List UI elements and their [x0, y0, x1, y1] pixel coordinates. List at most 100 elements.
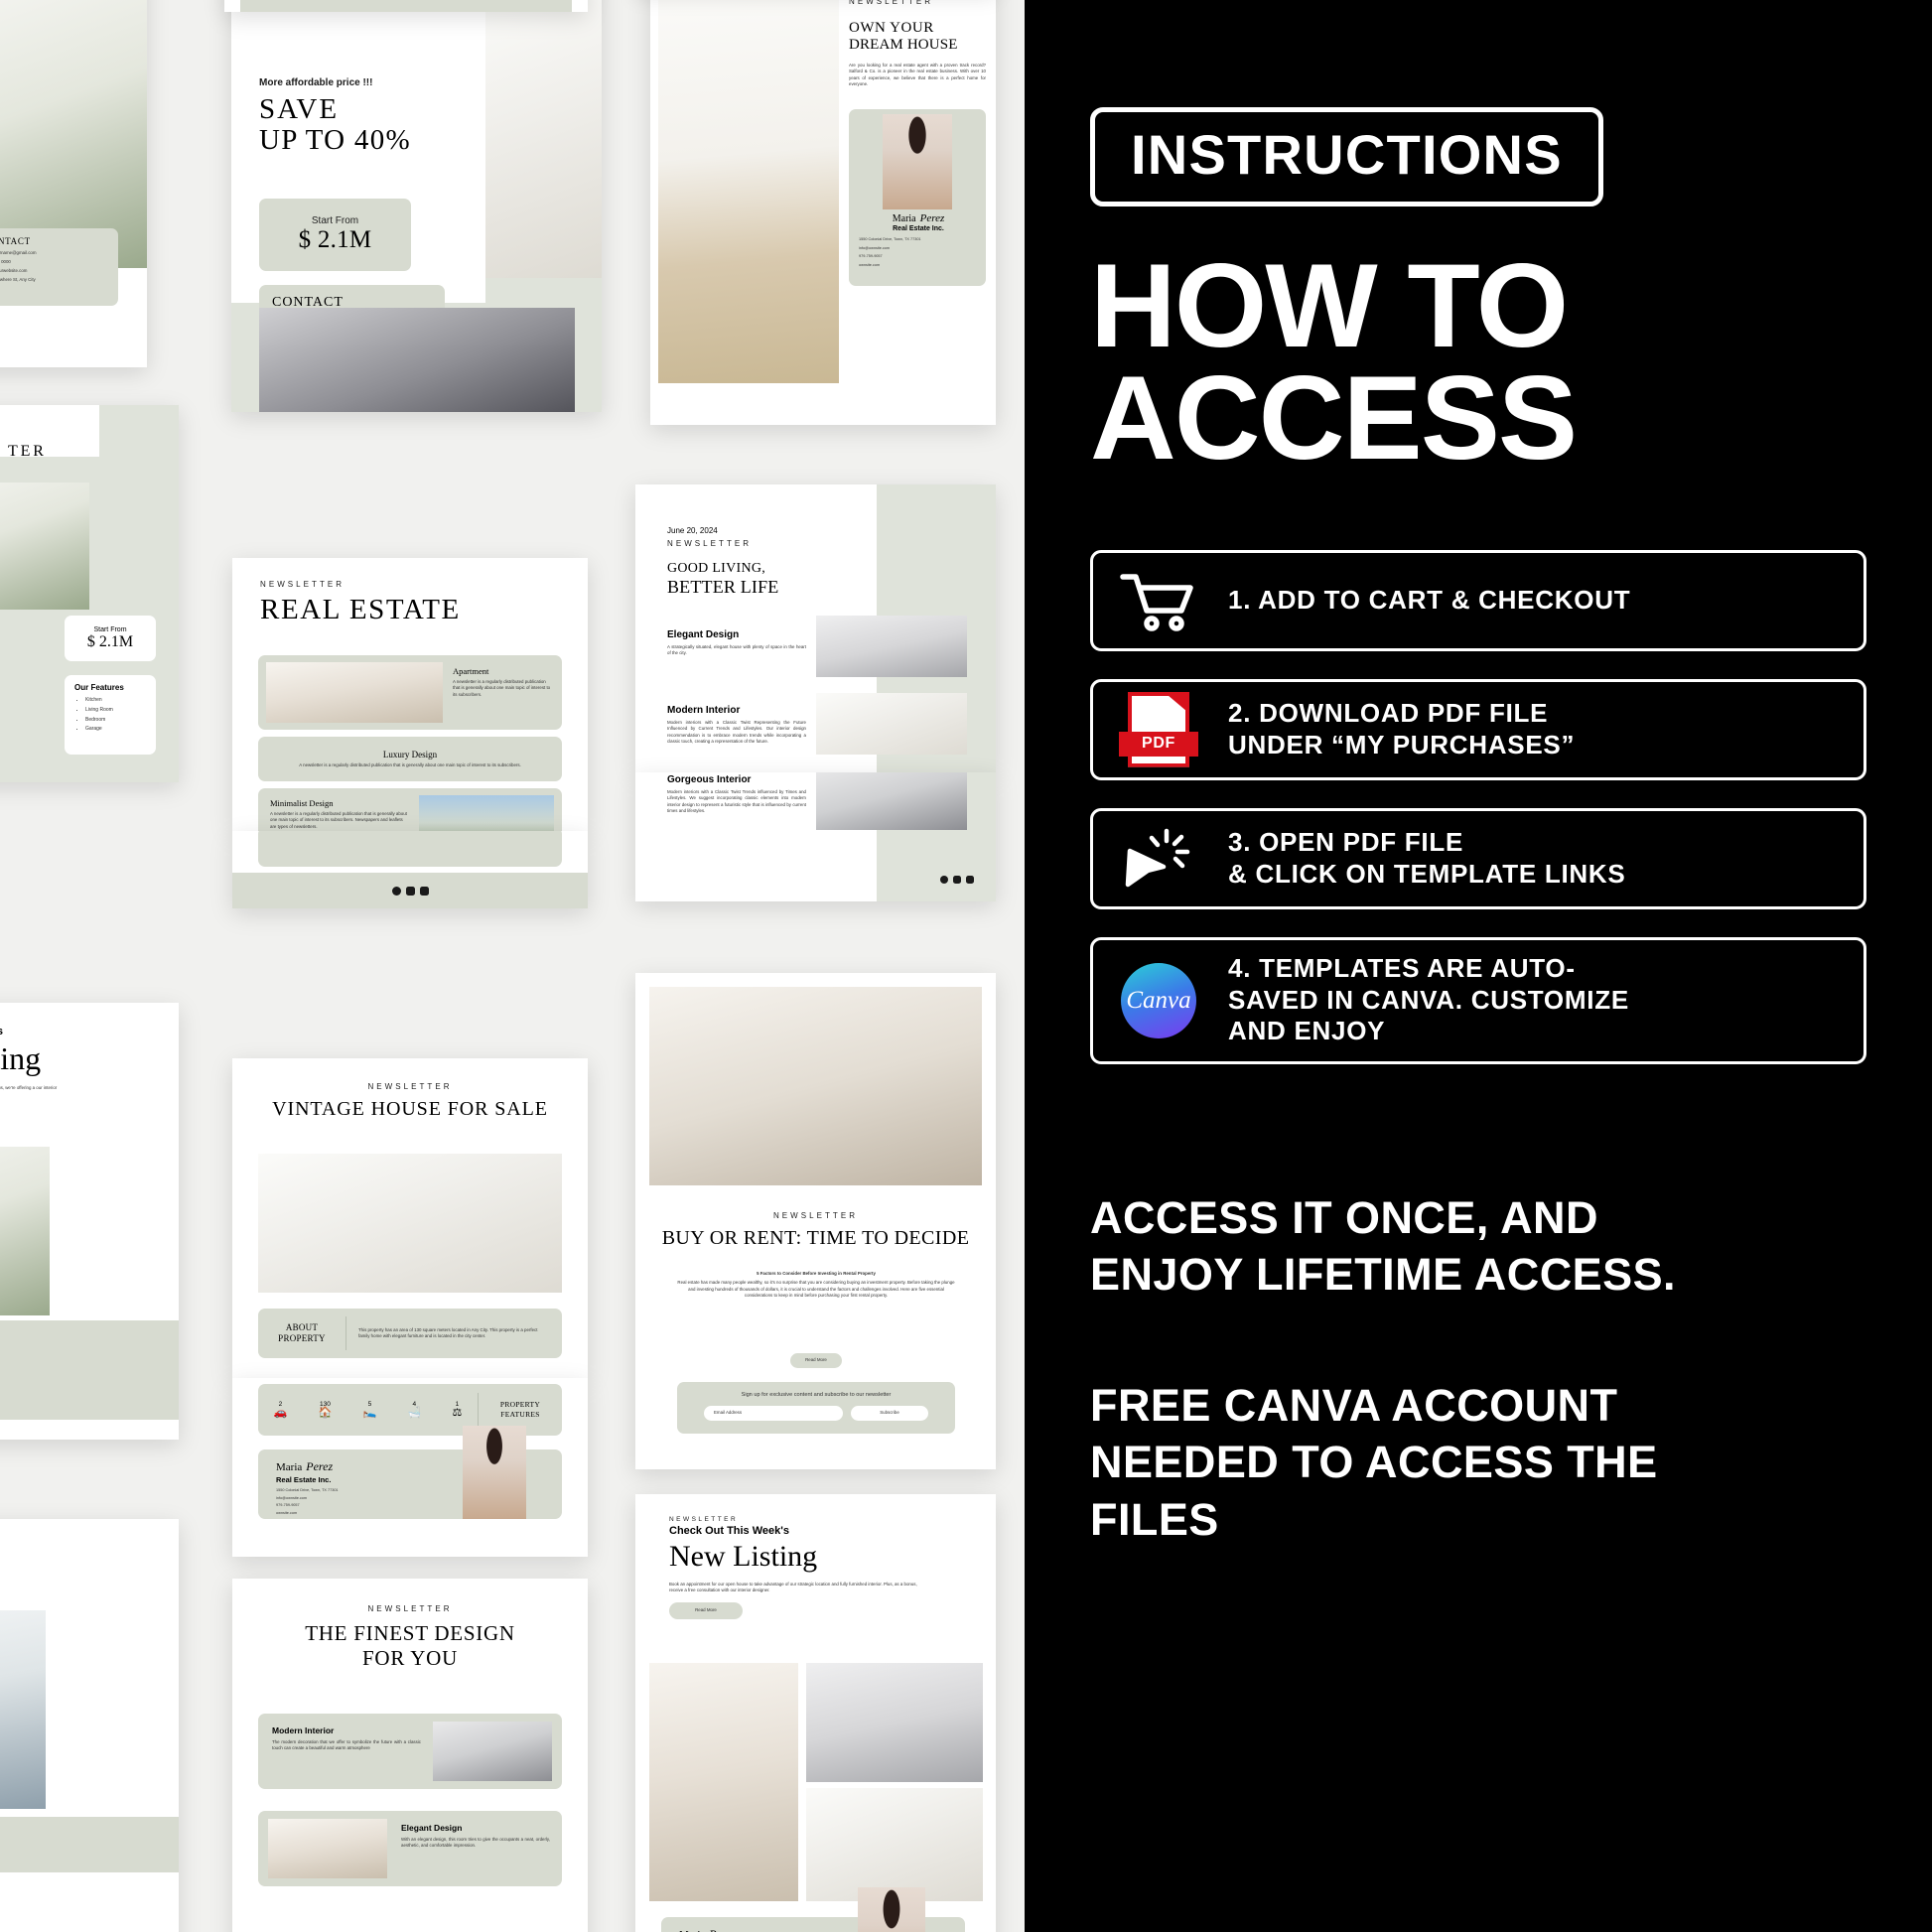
feature-item: Garage	[85, 726, 146, 733]
avatar	[858, 1887, 925, 1932]
block-body: The modern decoration that we offer to s…	[272, 1739, 421, 1751]
contact-box: CONTACT yourusername@gmail.com 000 000 0…	[0, 228, 118, 306]
newsletter-block: Apartment A newsletter is a regularly di…	[258, 655, 562, 730]
avatar	[883, 114, 952, 209]
tagline-lifetime-access: ACCESS IT ONCE, AND ENJOY LIFETIME ACCES…	[1090, 1191, 1676, 1301]
card-photo	[419, 795, 554, 831]
gallery-card-vintage-house[interactable]: NEWSLETTER VINTAGE HOUSE FOR SALE ABOUT …	[232, 1058, 588, 1378]
block-heading: Luxury Design	[382, 749, 438, 759]
card-photo	[658, 0, 839, 383]
dream-body: Are you looking for a real estate agent …	[849, 63, 986, 87]
gallery-card-good-living-lower[interactable]: Gorgeous Interior Modern interiors with …	[635, 772, 996, 901]
pdf-badge-text: PDF	[1119, 731, 1198, 757]
youtube-icon[interactable]	[966, 876, 974, 884]
youtube-icon[interactable]	[419, 886, 429, 896]
newsletter-kicker: NEWSLETTER	[669, 1516, 739, 1523]
gallery-card-top-strip[interactable]	[224, 0, 588, 12]
block-heading: Apartment	[453, 666, 489, 676]
step-download-pdf[interactable]: PDF 2. DOWNLOAD PDF FILE UNDER “MY PURCH…	[1090, 678, 1866, 780]
partial-kicker: TER	[8, 443, 47, 460]
block-body: A newsletter is a regularly distributed …	[453, 679, 551, 697]
agent-contact: ownsite.com	[859, 262, 881, 267]
newsletter-block: Modern Interior The modern decoration th…	[258, 1714, 562, 1789]
save-eyebrow: More affordable price !!!	[259, 77, 373, 88]
card-photo	[816, 772, 967, 830]
read-more-label: Read More	[695, 1607, 717, 1613]
card-photo	[806, 1663, 983, 1782]
block-body: Modern interiors with a Classic Twist Re…	[667, 720, 806, 745]
listing-eyebrow: Check Out This Week's	[669, 1525, 790, 1537]
vintage-title: VINTAGE HOUSE FOR SALE	[272, 1098, 548, 1120]
feature-item: Kitchen	[85, 697, 146, 704]
block-body: A newsletter is a regularly distributed …	[299, 761, 521, 767]
gallery-card-dream-house[interactable]: June 20, 2024 NEWSLETTER OWN YOUR DREAM …	[650, 0, 996, 425]
instructions-panel: INSTRUCTIONS HOW TO ACCESS 1. ADD TO CAR…	[1025, 0, 1932, 1932]
read-more-button[interactable]: Read More	[669, 1601, 743, 1619]
block-heading: Gorgeous Interior	[667, 774, 752, 785]
email-field[interactable]: Email Address	[704, 1406, 843, 1422]
newsletter-block: Luxury Design A newsletter is a regularl…	[258, 737, 562, 781]
step-add-to-cart[interactable]: 1. ADD TO CART & CHECKOUT	[1090, 549, 1866, 651]
gallery-card-good-living[interactable]: June 20, 2024 NEWSLETTER GOOD LIVING, BE…	[635, 484, 996, 772]
gallery-card-buy-or-rent[interactable]: NEWSLETTER BUY OR RENT: TIME TO DECIDE 5…	[635, 973, 996, 1469]
agent-script: Perez	[709, 1927, 736, 1932]
block-heading: Minimalist Design	[270, 798, 334, 808]
step-label: 2. DOWNLOAD PDF FILE UNDER “MY PURCHASES…	[1228, 697, 1576, 759]
listing-body: location and fully furnished interior by…	[0, 1085, 58, 1090]
contact-line: www.yourwebsite.com	[0, 267, 28, 273]
agent-card: Maria Perez Real Estate Inc. 1550 Coloni…	[661, 1887, 965, 1932]
step-label: 1. ADD TO CART & CHECKOUT	[1228, 584, 1631, 615]
card-photo	[649, 1663, 798, 1901]
gallery-card-vintage-lower[interactable]: 2 🚗 130 🏠 5 🛌 4 🛁 1 ⚖ PROPERTY FEATURES …	[232, 1378, 588, 1557]
price-box: Start From $ 2.1M	[65, 616, 156, 661]
gallery-card-finest-design[interactable]: NEWSLETTER THE FINEST DESIGN FOR YOU Mod…	[232, 1579, 588, 1932]
card-photo	[259, 308, 575, 412]
instagram-icon[interactable]	[405, 886, 415, 896]
gallery-card-left-bottom[interactable]: TE Interior leading name in the since 19…	[0, 1519, 179, 1932]
social-strip	[232, 873, 588, 908]
block-heading: Elegant Design	[401, 1823, 463, 1833]
newsletter-date: June 20, 2024	[667, 526, 718, 535]
block-body: A newsletter is a regularly distributed …	[270, 811, 407, 829]
card-photo	[649, 987, 982, 1185]
price-label: Start From	[93, 625, 127, 633]
feature-item: Bedroom	[85, 717, 146, 724]
newsletter-kicker: NEWSLETTER	[849, 0, 934, 6]
about-property-box: ABOUT PROPERTY This property has an area…	[258, 1309, 562, 1358]
agent-company: Real Estate Inc.	[893, 225, 944, 232]
agent-contact: 1550 Colonial Drive, Town, TX 77301	[276, 1488, 339, 1492]
about-label: ABOUT PROPERTY	[278, 1321, 326, 1343]
facebook-icon[interactable]	[940, 876, 948, 884]
features-title: Our Features	[74, 683, 124, 692]
step-canva-templates[interactable]: Canva 4. TEMPLATES ARE AUTO- SAVED IN CA…	[1090, 936, 1866, 1064]
gallery-card-real-estate[interactable]: NEWSLETTER REAL ESTATE Apartment A newsl…	[232, 558, 588, 831]
gallery-card-real-estate-footer	[232, 831, 588, 908]
agent-name: Maria	[276, 1461, 303, 1473]
features-box: Our Features Kitchen Living Room Bedroom…	[65, 675, 156, 755]
newsletter-kicker: NEWSLETTER	[260, 580, 345, 589]
gallery-card-contact-topleft[interactable]: CONTACT yourusername@gmail.com 000 000 0…	[0, 0, 147, 367]
gallery-card-save-40[interactable]: More affordable price !!! SAVE UP TO 40%…	[231, 0, 602, 412]
read-more-button[interactable]: Read More	[790, 1353, 842, 1368]
instagram-icon[interactable]	[953, 876, 961, 884]
card-photo	[816, 693, 967, 755]
kitchen-icon: ⚖	[452, 1407, 463, 1419]
card-photo	[258, 1154, 562, 1293]
step-open-pdf[interactable]: 3. OPEN PDF FILE & CLICK ON TEMPLATE LIN…	[1090, 807, 1866, 909]
gallery-card-new-listing-left[interactable]: NEWSLETTER Check Out This Week's New Lis…	[0, 1003, 179, 1440]
gallery-card-features-left[interactable]: TER USE adipiscing elit, sed do eiusmod …	[0, 405, 179, 782]
agent-company: Real Estate Inc.	[276, 1475, 332, 1484]
page-title: HOW TO ACCESS	[1090, 239, 1578, 484]
buy-rent-body: Real estate has made many people wealthy…	[677, 1280, 955, 1299]
price-value: $ 2.1M	[86, 632, 134, 650]
subscribe-button[interactable]: Subscribe	[851, 1406, 928, 1422]
gallery-card-new-listing[interactable]: NEWSLETTER Check Out This Week's New Lis…	[635, 1494, 996, 1932]
bed-icon: 🛌	[362, 1407, 377, 1419]
facebook-icon[interactable]	[391, 886, 401, 896]
listing-title: New Listing	[669, 1540, 818, 1573]
agent-contact: 979-759-9057	[859, 254, 883, 258]
newsletter-block: Elegant Design With an elegant design, t…	[258, 1811, 562, 1886]
agent-contact: ownsite.com	[276, 1510, 298, 1515]
block-body: Modern interiors with a Classic Twist Tr…	[667, 789, 806, 814]
agent-script: Perez	[306, 1459, 334, 1473]
